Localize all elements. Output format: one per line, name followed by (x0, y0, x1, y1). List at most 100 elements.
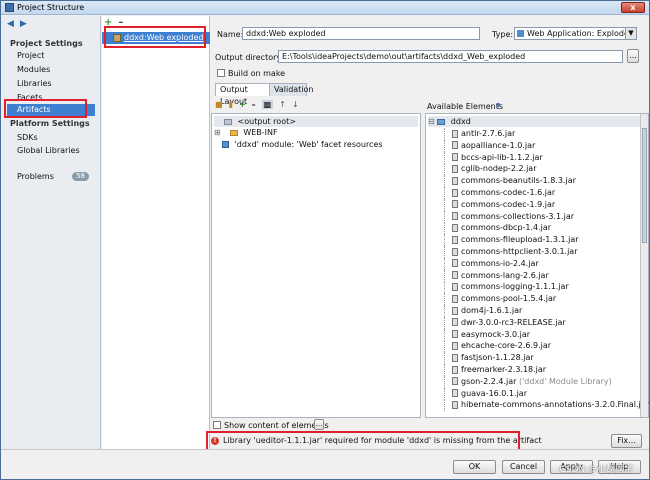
remove-icon[interactable]: – (252, 100, 256, 109)
type-select[interactable]: Web Application: Exploded ▼ (514, 27, 637, 40)
archive-icon[interactable]: ▮ (229, 100, 233, 109)
show-content-options-button[interactable]: ... (314, 419, 324, 430)
vertical-scrollbar[interactable] (640, 114, 648, 417)
available-element-label: gson-2.2.4.jar ('ddxd' Module Library) (461, 376, 612, 386)
watermark-text: CSDN @小胡同学 (559, 465, 633, 475)
nav-item-project[interactable]: Project (7, 50, 95, 62)
collapse-icon[interactable]: ⊟ (428, 117, 435, 126)
tree-connector (444, 198, 452, 211)
available-element-item[interactable]: bccs-api-lib-1.1.2.jar (444, 151, 543, 164)
move-down-icon[interactable]: ↓ (292, 100, 299, 109)
available-element-item[interactable]: commons-httpclient-3.0.1.jar (444, 246, 578, 258)
available-element-label: commons-lang-2.6.jar (461, 270, 549, 280)
available-element-item[interactable]: commons-codec-1.6.jar (444, 187, 555, 199)
available-element-item[interactable]: commons-dbcp-1.4.jar (444, 222, 551, 235)
window-close-button[interactable]: x (621, 2, 645, 13)
output-layout-tree: <output root> ⊞ WEB-INF 'ddxd' module: '… (211, 113, 421, 418)
show-content-label: Show content of elements (224, 421, 329, 430)
available-element-label: aopalliance-1.0.jar (461, 140, 536, 150)
jar-icon (452, 318, 458, 327)
available-element-item[interactable]: gson-2.2.4.jar ('ddxd' Module Library) (444, 375, 612, 388)
help-icon[interactable]: ? (496, 102, 501, 111)
tree-node-facet-resources[interactable]: 'ddxd' module: 'Web' facet resources (222, 139, 383, 150)
available-element-label: cglib-nodep-2.2.jar (461, 164, 537, 174)
available-element-item[interactable]: freemarker-2.3.18.jar (444, 364, 546, 376)
available-element-item[interactable]: antlr-2.7.6.jar (444, 128, 515, 140)
cancel-button[interactable]: Cancel (502, 460, 545, 474)
tab-output-layout[interactable]: Output Layout (215, 83, 270, 106)
available-element-item[interactable]: commons-collections-3.1.jar (444, 210, 574, 223)
jar-icon (452, 200, 458, 209)
type-value: Web Application: Exploded (527, 29, 634, 38)
available-element-item[interactable]: commons-lang-2.6.jar (444, 269, 549, 282)
build-on-make-checkbox[interactable] (217, 69, 225, 77)
jar-icon (452, 330, 458, 339)
nav-item-modules[interactable]: Modules (7, 64, 95, 76)
build-on-make-label: Build on make (228, 69, 286, 78)
nav-item-sdks[interactable]: SDKs (7, 132, 95, 144)
available-element-item[interactable]: commons-fileupload-1.3.1.jar (444, 234, 579, 247)
artifact-settings: Name: Type: Web Application: Exploded ▼ … (206, 16, 649, 453)
arrow-left-icon[interactable]: ◀ (7, 20, 14, 29)
available-elements-panel: ⊟ ddxd antlr-2.7.6.jar aopalliance-1.0.ja… (425, 113, 649, 418)
tree-node-web-inf[interactable]: ⊞ WEB-INF (214, 127, 278, 138)
arrow-right-icon[interactable]: ▶ (20, 20, 27, 29)
jar-icon (452, 282, 458, 291)
expand-icon[interactable]: ⊞ (214, 128, 221, 137)
nav-item-libraries[interactable]: Libraries (7, 78, 95, 90)
jar-icon (452, 247, 458, 256)
tree-connector (444, 305, 452, 317)
available-element-item[interactable]: aopalliance-1.0.jar (444, 139, 536, 152)
output-root-label: <output root> (237, 117, 296, 126)
extract-icon[interactable]: ▩ (261, 100, 274, 109)
available-element-item[interactable]: guava-16.0.1.jar (444, 387, 527, 400)
available-root-node[interactable]: ⊟ ddxd (428, 116, 640, 127)
browse-button[interactable]: ... (627, 49, 639, 63)
available-element-label: freemarker-2.3.18.jar (461, 365, 547, 374)
available-element-item[interactable]: hibernate-commons-annotations-3.2.0.Fina… (444, 399, 649, 412)
name-input[interactable] (242, 27, 480, 40)
jar-icon (452, 176, 458, 185)
app-icon (5, 3, 14, 12)
available-element-item[interactable]: commons-io-2.4.jar (444, 257, 539, 270)
available-element-item[interactable]: commons-pool-1.5.4.jar (444, 293, 556, 306)
tree-connector (444, 293, 452, 306)
tab-validation[interactable]: Validation (269, 83, 314, 96)
available-element-item[interactable]: dwr-3.0.0-rc3-RELEASE.jar (444, 316, 566, 329)
available-elements-header: Available Elements (427, 102, 504, 111)
jar-icon (452, 400, 458, 409)
available-element-label: fastjson-1.1.28.jar (461, 353, 534, 363)
available-element-item[interactable]: easymock-3.0.jar (444, 328, 530, 341)
show-content-checkbox[interactable] (213, 421, 221, 429)
nav-item-global-libraries[interactable]: Global Libraries (7, 145, 95, 157)
fix-button[interactable]: Fix... (611, 434, 642, 448)
available-element-item[interactable]: dom4j-1.6.1.jar (444, 305, 522, 317)
scrollbar-thumb[interactable] (642, 128, 647, 243)
new-folder-icon[interactable]: ■ (215, 100, 223, 109)
available-element-label: commons-beanutils-1.8.3.jar (461, 176, 576, 186)
output-root-node[interactable]: <output root> (214, 116, 418, 127)
ok-button[interactable]: OK (453, 460, 496, 474)
window-title: Project Structure (17, 3, 85, 12)
jar-icon (452, 141, 458, 150)
tree-connector (444, 328, 452, 341)
nav-item-problems[interactable]: Problems 58 (7, 171, 95, 183)
available-element-item[interactable]: commons-beanutils-1.8.3.jar (444, 175, 576, 188)
available-element-item[interactable]: ehcache-core-2.6.9.jar (444, 340, 551, 353)
jar-icon (452, 353, 458, 362)
available-element-item[interactable]: fastjson-1.1.28.jar (444, 352, 534, 365)
tree-connector (444, 316, 452, 329)
web-inf-label: WEB-INF (243, 128, 278, 137)
tree-connector (444, 340, 452, 353)
available-element-item[interactable]: cglib-nodep-2.2.jar (444, 163, 537, 176)
output-dir-input[interactable] (278, 50, 623, 63)
type-label: Type: (492, 30, 514, 39)
move-up-icon[interactable]: ↑ (279, 100, 286, 109)
available-element-label: guava-16.0.1.jar (461, 388, 527, 398)
available-element-item[interactable]: commons-logging-1.1.1.jar (444, 281, 569, 294)
folder-icon (229, 129, 238, 136)
available-element-item[interactable]: commons-codec-1.9.jar (444, 198, 555, 211)
add-icon[interactable]: + (239, 100, 246, 109)
jar-icon (452, 212, 458, 221)
jar-icon (452, 223, 458, 232)
